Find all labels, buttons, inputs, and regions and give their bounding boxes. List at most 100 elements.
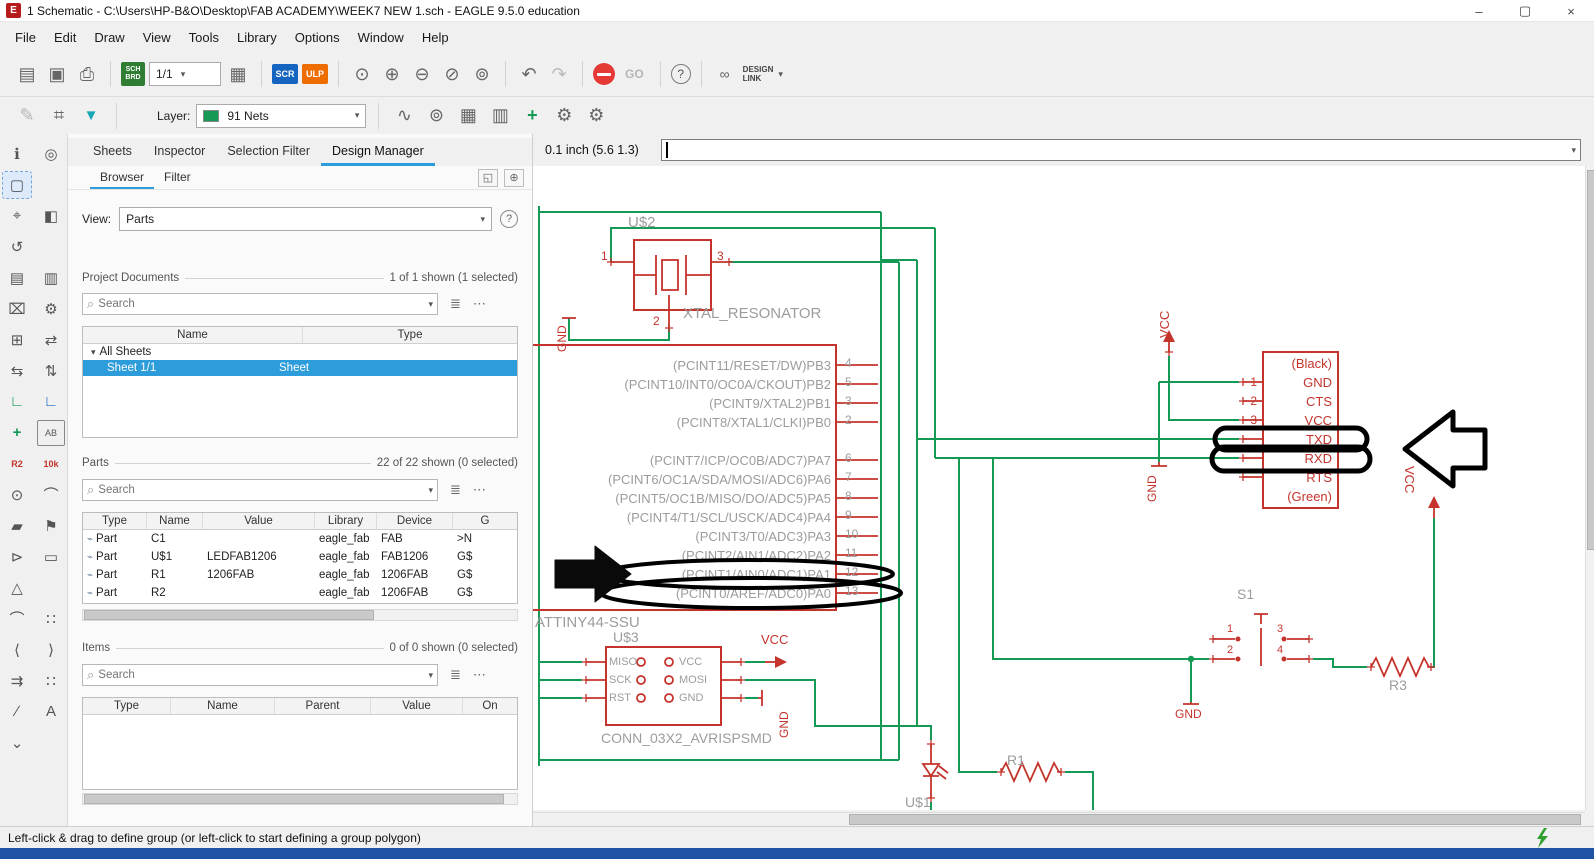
- move-tool[interactable]: ⌖: [3, 203, 31, 229]
- split-right-tool[interactable]: ⟩: [37, 637, 65, 663]
- scroll-thumb[interactable]: [84, 794, 504, 804]
- replace-tool[interactable]: ⇄: [37, 327, 65, 353]
- smash-tool[interactable]: ⊙: [3, 482, 31, 508]
- line-tool[interactable]: ∕: [3, 699, 31, 725]
- canvas-hscrollbar[interactable]: [533, 812, 1585, 825]
- items-hscrollbar[interactable]: [82, 793, 518, 805]
- menu-item[interactable]: Library: [228, 26, 286, 49]
- redo-icon[interactable]: ↷: [546, 61, 572, 87]
- sch-brd-toggle[interactable]: SCH BRD: [121, 62, 145, 86]
- delete-tool[interactable]: ⌧: [3, 296, 31, 322]
- gateswap-tool[interactable]: ⇅: [37, 358, 65, 384]
- more-options-icon[interactable]: ⋯: [473, 482, 486, 498]
- col-header[interactable]: Parent: [275, 698, 371, 714]
- invoke-tool[interactable]: ⊳: [3, 544, 31, 570]
- bus-tool[interactable]: ∟: [37, 389, 65, 415]
- zoom-select-icon[interactable]: ⊘: [439, 61, 465, 87]
- col-header[interactable]: Device: [377, 513, 453, 529]
- package-variant-icon[interactable]: ▥: [487, 103, 513, 129]
- tree-row-all-sheets[interactable]: ▾ All Sheets: [83, 344, 517, 360]
- canvas-vscrollbar[interactable]: [1585, 166, 1594, 810]
- sheet-grid-icon[interactable]: ▦: [225, 61, 251, 87]
- zoom-out-icon[interactable]: ⊖: [409, 61, 435, 87]
- command-line-input[interactable]: [661, 139, 1581, 161]
- sheet-row-selected[interactable]: Sheet 1/1 Sheet: [83, 360, 517, 376]
- panel-help-icon[interactable]: ?: [500, 210, 518, 228]
- paste-tool[interactable]: ▥: [37, 265, 65, 291]
- save-icon[interactable]: ▣: [44, 61, 70, 87]
- info-tool[interactable]: ℹ: [3, 141, 31, 167]
- col-header[interactable]: Name: [171, 698, 275, 714]
- highlight-icon[interactable]: ⊚: [423, 103, 449, 129]
- grid-settings-icon[interactable]: ⌗: [46, 103, 72, 129]
- miter-tool[interactable]: ⌒: [37, 482, 65, 508]
- menu-item[interactable]: Help: [413, 26, 458, 49]
- panel-select-button[interactable]: ◱: [478, 168, 498, 187]
- undo-icon[interactable]: ↶: [516, 61, 542, 87]
- col-header[interactable]: G: [453, 513, 517, 529]
- arc-tool[interactable]: ⌒: [3, 606, 31, 632]
- panel-zoom-button[interactable]: ⊕: [504, 168, 524, 187]
- wrench-tool[interactable]: ⚙: [37, 296, 65, 322]
- col-header[interactable]: On: [463, 698, 517, 714]
- filter-funnel-icon[interactable]: ▼: [78, 103, 104, 129]
- col-header[interactable]: Value: [203, 513, 315, 529]
- col-header[interactable]: Name: [147, 513, 203, 529]
- add-component-icon[interactable]: +: [519, 103, 545, 129]
- group-tool[interactable]: ▢: [2, 170, 32, 199]
- wire-style-icon[interactable]: ∿: [391, 103, 417, 129]
- panel-subtab[interactable]: Filter: [154, 166, 201, 189]
- open-icon[interactable]: ▤: [14, 61, 40, 87]
- panel-tab[interactable]: Selection Filter: [216, 138, 321, 166]
- zoom-fit-icon[interactable]: ⊙: [349, 61, 375, 87]
- polygon-tool[interactable]: △: [3, 575, 31, 601]
- panel-subtab[interactable]: Browser: [90, 166, 155, 189]
- col-header[interactable]: Type: [83, 698, 171, 714]
- split-left-tool[interactable]: ⟨: [3, 637, 31, 663]
- menu-item[interactable]: Edit: [45, 26, 85, 49]
- dots-tool[interactable]: ∷: [37, 606, 65, 632]
- display-layers-icon[interactable]: ✎: [14, 103, 40, 129]
- gear-icon[interactable]: ⚙: [551, 103, 577, 129]
- menu-item[interactable]: Options: [286, 26, 349, 49]
- maximize-button[interactable]: ▢: [1502, 0, 1548, 22]
- scr-button[interactable]: SCR: [272, 64, 298, 84]
- col-header[interactable]: Value: [371, 698, 463, 714]
- erc-tool[interactable]: ⇉: [3, 668, 31, 694]
- label-tool[interactable]: AB: [37, 419, 65, 446]
- list-view-icon[interactable]: ≣: [450, 667, 461, 683]
- panel-tab[interactable]: Design Manager: [321, 138, 435, 166]
- parts-search-input[interactable]: [98, 484, 425, 496]
- schematic-drawing[interactable]: U$2 XTAL_RESONATOR 1 3 2 (PCINT11/RESET/…: [533, 166, 1585, 810]
- list-view-icon[interactable]: ≣: [450, 296, 461, 312]
- net-tool[interactable]: ∟: [3, 389, 31, 415]
- close-button[interactable]: ×: [1548, 0, 1594, 22]
- stop-button[interactable]: [593, 63, 615, 85]
- eye-tool[interactable]: ◎: [37, 141, 65, 167]
- more-tool[interactable]: ⌄: [3, 730, 31, 756]
- add-part-tool[interactable]: ⊞: [3, 327, 31, 353]
- panel-tab[interactable]: Sheets: [82, 138, 143, 166]
- panel-tab[interactable]: Inspector: [143, 138, 216, 166]
- rect-tool[interactable]: ▭: [37, 544, 65, 570]
- parts-hscrollbar[interactable]: [82, 609, 518, 621]
- junction-tool[interactable]: +: [3, 420, 31, 446]
- items-search-input[interactable]: [98, 669, 425, 681]
- col-header-name[interactable]: Name: [83, 327, 303, 343]
- menu-item[interactable]: File: [6, 26, 45, 49]
- menu-item[interactable]: Draw: [85, 26, 133, 49]
- scroll-thumb[interactable]: [1587, 170, 1594, 550]
- menu-item[interactable]: Tools: [180, 26, 228, 49]
- menu-item[interactable]: View: [134, 26, 180, 49]
- mirror-tool[interactable]: ◧: [37, 203, 65, 229]
- project-search-input[interactable]: [98, 298, 425, 310]
- text-tool[interactable]: A: [37, 699, 65, 725]
- table-row[interactable]: ⌁ Part U$1 LEDFAB1206 eagle_fab FAB1206 G…: [83, 548, 517, 566]
- minimize-button[interactable]: –: [1456, 0, 1502, 22]
- view-dropdown[interactable]: Parts ▾: [119, 207, 492, 231]
- paint-tool[interactable]: ▰: [3, 513, 31, 539]
- attribute-tool[interactable]: ⚑: [37, 513, 65, 539]
- go-button[interactable]: GO: [625, 67, 644, 81]
- more-options-icon[interactable]: ⋯: [473, 296, 486, 312]
- errors-tool[interactable]: ∷: [37, 668, 65, 694]
